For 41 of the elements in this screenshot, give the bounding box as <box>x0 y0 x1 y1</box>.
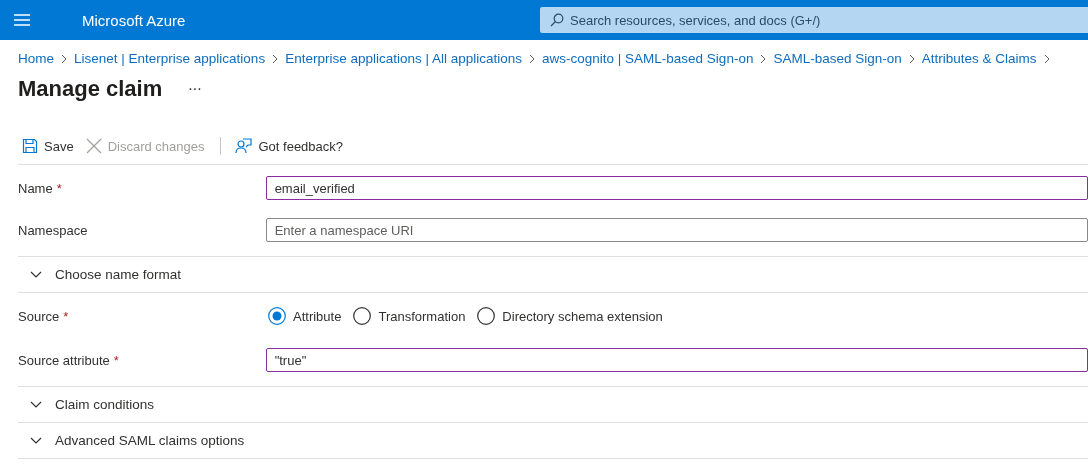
toolbar-button[interactable]: Got feedback? <box>231 132 348 160</box>
breadcrumb-link[interactable]: Attributes & Claims <box>921 51 1037 66</box>
required-asterisk: * <box>63 308 69 324</box>
field-label: Source attribute <box>18 352 110 368</box>
close-icon <box>85 138 102 154</box>
field-label: Name <box>18 180 53 196</box>
text-field[interactable]: email_verified <box>265 176 1088 200</box>
breadcrumb-link[interactable]: Lisenet | Enterprise applications <box>74 51 266 66</box>
breadcrumb-link[interactable]: Enterprise applications | All applications <box>285 51 523 66</box>
chevron-right-icon <box>529 53 536 64</box>
radio-option[interactable]: Attribute <box>268 307 342 325</box>
page-title: Manage claim <box>18 76 163 102</box>
chevron-down-icon <box>30 437 42 444</box>
field-label: Namespace <box>18 222 88 238</box>
section-header[interactable]: Advanced SAML claims options <box>18 422 1088 459</box>
search-field[interactable]: Search resources, services, and docs (G+/) <box>540 7 1088 33</box>
text-field[interactable]: Enter a namespace URI <box>265 218 1088 242</box>
chevron-right-icon <box>908 53 915 64</box>
chevron-down-icon <box>30 271 42 278</box>
chevron-down-icon <box>30 401 42 408</box>
radio-option[interactable]: Directory schema extension <box>477 307 663 325</box>
breadcrumb-link[interactable]: SAML-based Sign-on <box>773 51 902 66</box>
chevron-right-icon <box>272 53 279 64</box>
text-field[interactable]: "true" <box>265 348 1088 372</box>
section-header[interactable]: Claim conditions <box>18 386 1088 423</box>
brand-title: Microsoft Azure <box>82 11 187 29</box>
breadcrumb-link[interactable]: Home <box>18 51 54 66</box>
menu-icon[interactable] <box>14 14 30 26</box>
save-icon <box>22 138 38 154</box>
required-asterisk: * <box>113 352 119 368</box>
toolbar-button[interactable]: Save <box>18 132 78 160</box>
more-button[interactable]: ··· <box>188 81 202 97</box>
radio-option[interactable]: Transformation <box>353 307 466 325</box>
chevron-right-icon <box>760 53 767 64</box>
section-header[interactable]: Choose name format <box>18 256 1088 293</box>
breadcrumb-link[interactable]: aws-cognito | SAML-based Sign-on <box>542 51 754 66</box>
chevron-right-icon <box>1043 53 1050 64</box>
chevron-right-icon <box>61 53 67 64</box>
required-asterisk: * <box>56 180 62 196</box>
field-label: Source <box>18 308 60 324</box>
person-feedback-icon <box>235 138 253 154</box>
